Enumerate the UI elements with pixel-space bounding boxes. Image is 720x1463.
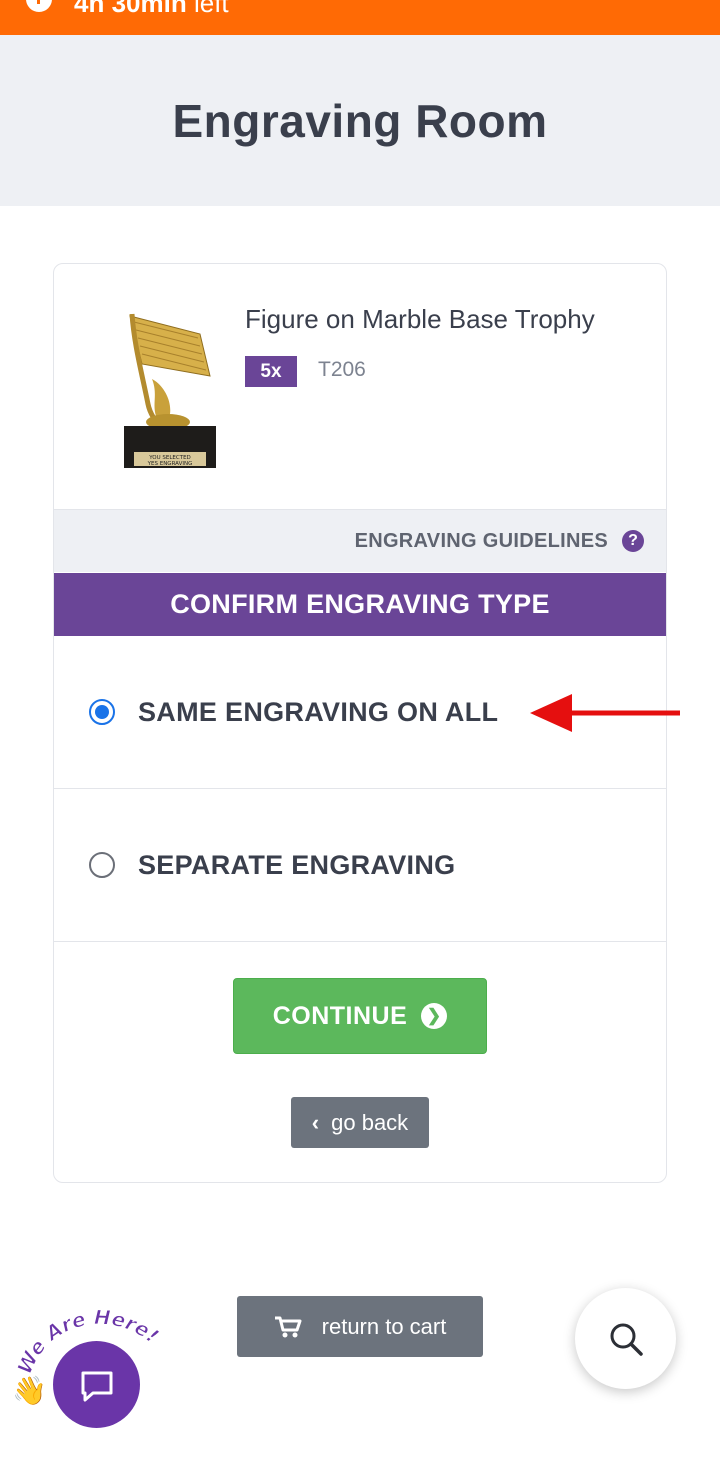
continue-label: CONTINUE (272, 1001, 408, 1030)
quantity-badge: 5x (245, 356, 297, 387)
chat-bubble-icon (81, 1371, 112, 1401)
option-label: SEPARATE ENGRAVING (138, 849, 456, 880)
product-summary: YOU SELECTED YES ENGRAVING Figure on Mar… (54, 264, 666, 509)
trophy-image: YOU SELECTED YES ENGRAVING (124, 313, 216, 468)
search-button[interactable] (575, 1288, 676, 1389)
option-separate-engraving[interactable]: SEPARATE ENGRAVING (54, 789, 666, 942)
waving-hand-icon: 👋 (12, 1375, 47, 1406)
return-to-cart-label: return to cart (321, 1313, 447, 1339)
radio-separate-engraving[interactable] (89, 852, 115, 878)
clock-icon (26, 0, 52, 12)
plate-text-2: YES ENGRAVING (147, 461, 193, 467)
confirm-heading: CONFIRM ENGRAVING TYPE (54, 573, 666, 636)
question-circle-icon: ? (622, 530, 644, 552)
engraving-guidelines-link[interactable]: ENGRAVING GUIDELINES ? (54, 509, 666, 572)
page-title: Engraving Room (172, 94, 548, 147)
chat-button[interactable] (53, 1341, 140, 1428)
return-to-cart-button[interactable]: return to cart (237, 1296, 483, 1357)
go-back-button[interactable]: ‹ go back (291, 1097, 429, 1148)
page-header: Engraving Room (0, 35, 720, 206)
product-name: Figure on Marble Base Trophy (245, 304, 595, 334)
radio-same-engraving[interactable] (89, 699, 115, 725)
product-sku: T206 (318, 358, 366, 381)
cart-icon (274, 1316, 302, 1337)
chevron-left-icon: ‹ (311, 1109, 320, 1135)
option-label: SAME ENGRAVING ON ALL (138, 696, 499, 727)
chevron-right-circle-icon: ❯ (421, 1003, 448, 1029)
timer-text: 4h 30min left (74, 0, 229, 18)
go-back-label: go back (331, 1109, 409, 1135)
timer-bar: 4h 30min left (0, 0, 720, 35)
continue-button[interactable]: CONTINUE ❯ (233, 978, 487, 1054)
search-icon (610, 1323, 643, 1356)
guidelines-label: ENGRAVING GUIDELINES (354, 529, 608, 552)
red-arrow-annotation (530, 694, 680, 732)
